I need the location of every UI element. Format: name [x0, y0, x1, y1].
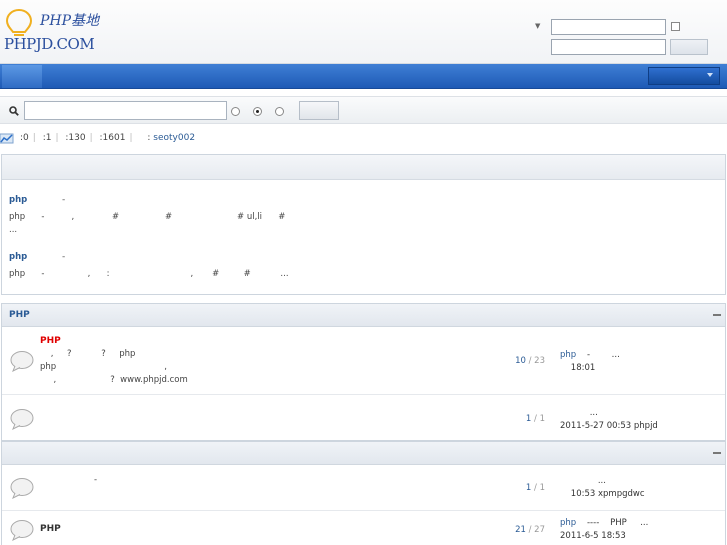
last-post: php ---- PHP ... 2011-6-5 18:53 — [560, 518, 649, 541]
search-button[interactable] — [299, 101, 339, 120]
search-scope-radio-3[interactable] — [275, 107, 284, 116]
last-post-time: 2011-6-5 18:53 — [560, 531, 626, 541]
search-bar — [0, 96, 727, 124]
nav-item-home[interactable] — [2, 65, 42, 88]
thread-count: 1 — [525, 414, 532, 424]
forum-category-2: - 1 / 1 ... 10:53 xpmpgdwc PHP 21 / 27 p… — [1, 441, 726, 545]
category-title[interactable]: PHP — [9, 310, 30, 320]
last-post-time: 2011-5-27 00:53 phpjd — [560, 421, 658, 431]
post-count: 1 — [539, 414, 545, 424]
logo-english-text: PHPJD.COM — [4, 35, 95, 53]
newest-member-link[interactable]: seoty002 — [153, 133, 195, 143]
last-post: ... 10:53 xpmpgdwc — [560, 476, 645, 499]
thread-count: 21 — [515, 525, 526, 535]
stat-threads: :130 — [65, 133, 86, 143]
site-logo[interactable]: PHP基地 PHPJD.COM — [4, 6, 104, 56]
last-post-link[interactable]: php — [560, 350, 576, 360]
forum-row: - 1 / 1 ... 10:53 xpmpgdwc — [2, 466, 725, 511]
chart-icon — [0, 133, 14, 144]
quick-nav-dropdown[interactable] — [648, 67, 720, 85]
forum-counts: 21 / 27 — [515, 525, 545, 535]
collapse-icon[interactable] — [713, 452, 721, 454]
remember-me-checkbox[interactable] — [671, 22, 680, 31]
announcement-summary-1b: ... — [9, 225, 18, 235]
announcement-dash-1: - — [62, 195, 66, 205]
announcement-summary-1: php - , # # # ul,li # — [9, 212, 286, 222]
announcement-header — [2, 155, 725, 180]
forum-counts: 1 / 1 — [525, 414, 545, 424]
forum-name-link[interactable]: PHP — [40, 336, 61, 346]
forum-bubble-icon — [10, 351, 34, 372]
search-scope-radio-1[interactable] — [231, 107, 240, 116]
login-type-dropdown[interactable]: ▼ — [535, 22, 543, 30]
forum-stats: :0 | :1 | :130 | :1601 | : seoty002 — [0, 130, 727, 148]
username-input[interactable] — [551, 19, 666, 35]
forum-bubble-icon — [10, 478, 34, 499]
logo-chinese-text: PHP基地 — [40, 13, 100, 29]
search-icon — [9, 106, 19, 116]
forum-row: PHP , ? ? php php , , ? www.phpjd.com 10… — [2, 328, 725, 395]
post-count: 23 — [534, 356, 545, 366]
forum-name-link[interactable]: PHP — [40, 524, 61, 534]
forum-row: 1 / 1 ... 2011-5-27 00:53 phpjd — [2, 396, 725, 441]
last-post-link[interactable]: php — [560, 518, 576, 528]
forum-bubble-icon — [10, 409, 34, 430]
chevron-down-icon — [707, 73, 713, 77]
forum-description: , ? ? php php , , ? www.phpjd.com — [40, 349, 188, 385]
category-header: PHP — [2, 304, 725, 327]
last-post-time: 18:01 — [560, 363, 596, 373]
site-header: PHP基地 PHPJD.COM ▼ — [0, 0, 727, 64]
forum-bubble-icon — [10, 520, 34, 541]
announcement-summary-2: php - , : , # # ... — [9, 269, 289, 279]
last-post-time: 10:53 xpmpgdwc — [560, 489, 645, 499]
post-count: 1 — [539, 483, 545, 493]
stats-text: :0 | :1 | :130 | :1601 | : seoty002 — [20, 133, 196, 143]
stat-posts: :1601 — [99, 133, 126, 143]
thread-count: 10 — [515, 356, 526, 366]
announcement-dash-2: - — [62, 252, 66, 262]
post-count: 27 — [534, 525, 545, 535]
login-button[interactable] — [670, 39, 708, 55]
lightbulb-icon — [5, 8, 33, 36]
announcement-box: php - php - , # # # ul,li # ... php - ph… — [1, 154, 726, 295]
password-input[interactable] — [551, 39, 666, 55]
announcement-title-2[interactable]: php — [9, 252, 27, 262]
category-header — [2, 442, 725, 465]
forum-category-php: PHP PHP , ? ? php php , , ? www.phpjd.co… — [1, 303, 726, 441]
last-post: php - ... 18:01 — [560, 350, 620, 373]
search-scope-radio-2[interactable] — [253, 107, 262, 116]
forum-row: PHP 21 / 27 php ---- PHP ... 2011-6-5 18… — [2, 512, 725, 545]
collapse-icon[interactable] — [713, 314, 721, 316]
stat-yesterday: :1 — [42, 133, 52, 143]
announcement-title-1[interactable]: php — [9, 195, 27, 205]
thread-count: 1 — [525, 483, 532, 493]
search-input[interactable] — [24, 101, 227, 120]
forum-description: - — [40, 475, 98, 485]
forum-counts: 1 / 1 — [525, 483, 545, 493]
last-post: ... 2011-5-27 00:53 phpjd — [560, 408, 658, 431]
main-nav — [0, 64, 727, 89]
forum-counts: 10 / 23 — [515, 356, 545, 366]
stat-today: :0 — [20, 133, 29, 143]
